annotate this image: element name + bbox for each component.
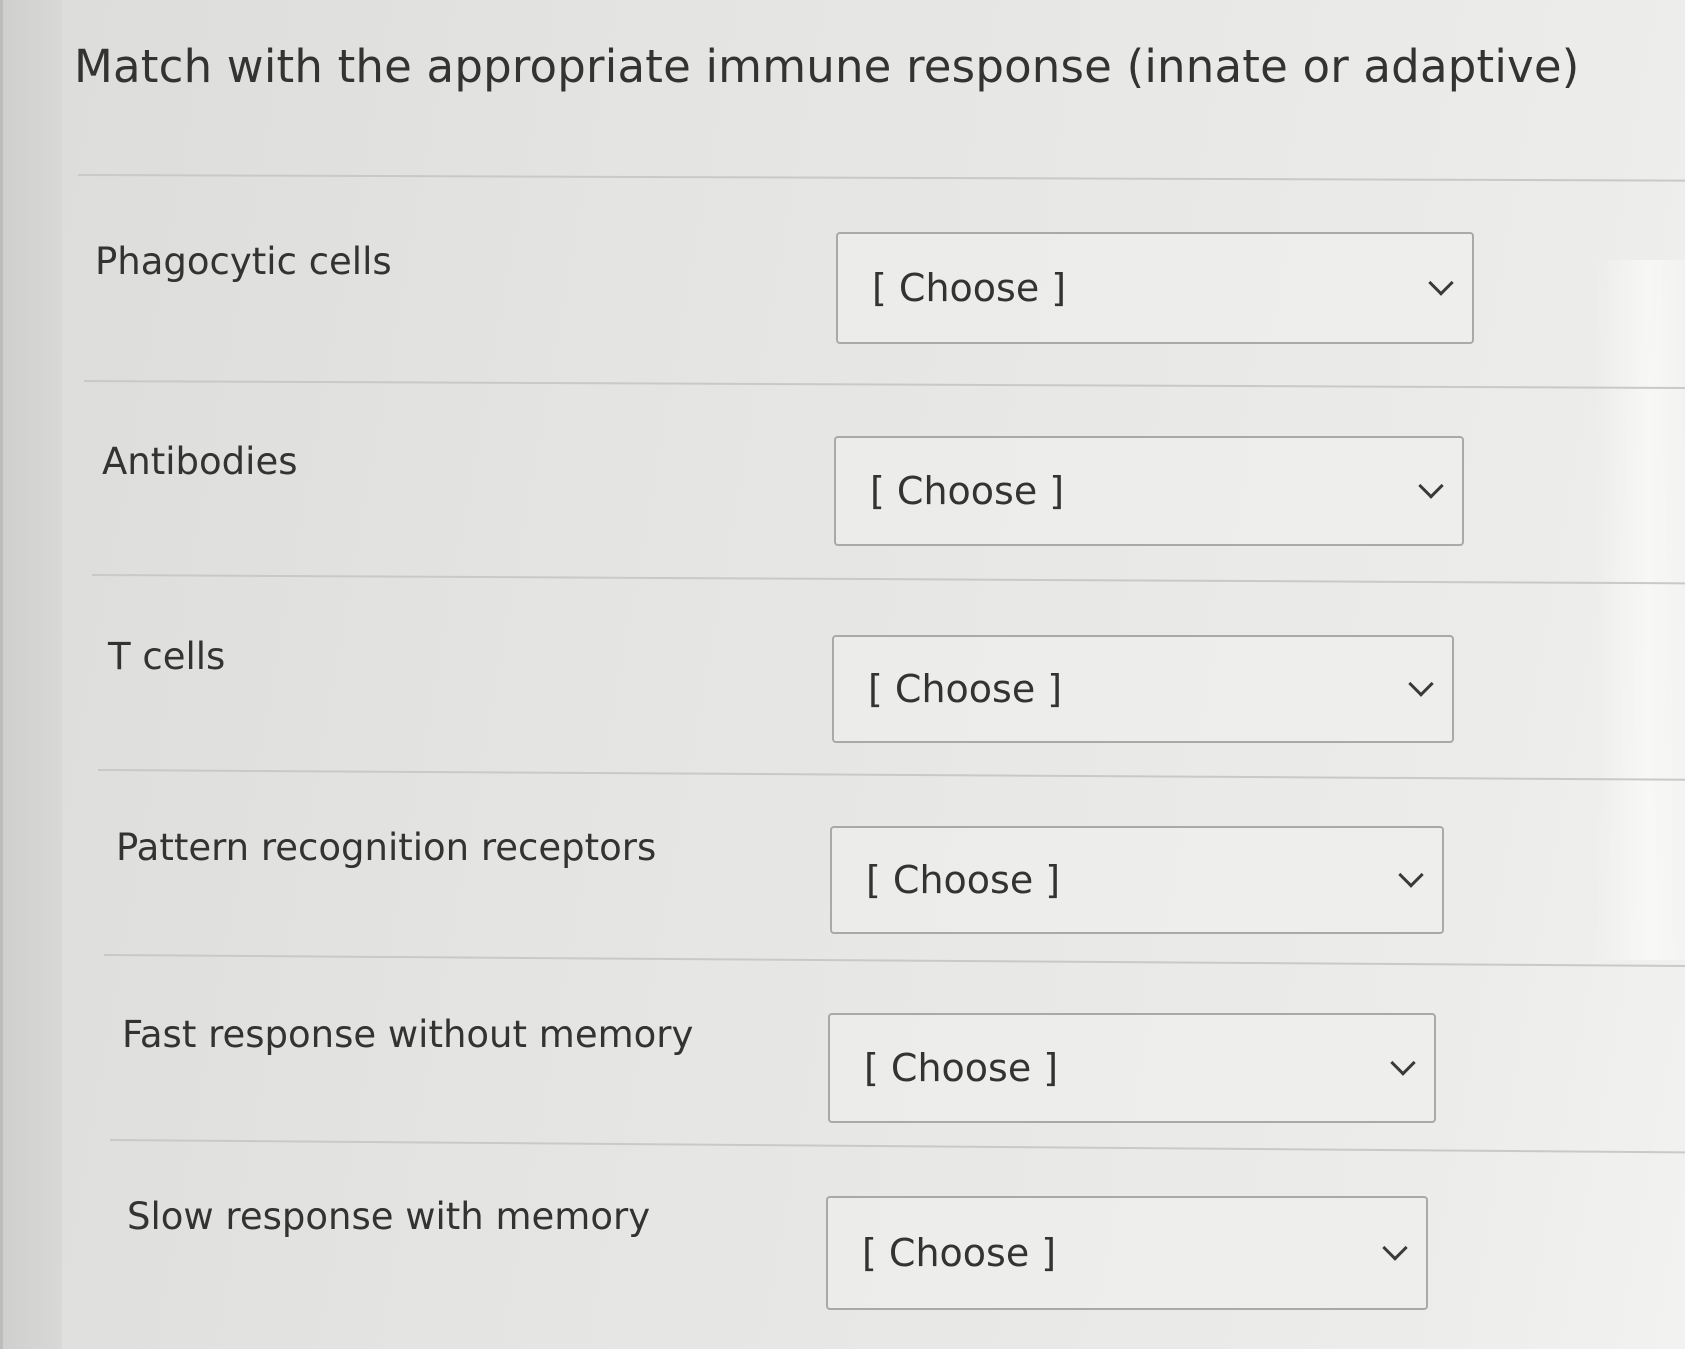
select-value: [ Choose ] [862, 1231, 1057, 1275]
select-value: [ Choose ] [864, 1046, 1059, 1090]
row-label-phagocytic-cells: Phagocytic cells [95, 240, 392, 283]
row-label-fast-response-without-memory: Fast response without memory [122, 1013, 694, 1056]
question-title: Match with the appropriate immune respon… [74, 40, 1580, 93]
select-value: [ Choose ] [870, 469, 1065, 513]
select-antibodies[interactable]: [ Choose ] [834, 436, 1464, 546]
divider [97, 769, 1685, 781]
chevron-down-icon [1382, 1235, 1408, 1261]
select-t-cells[interactable]: [ Choose ] [832, 635, 1454, 743]
chevron-down-icon [1418, 473, 1444, 499]
chevron-down-icon [1408, 671, 1434, 697]
page-left-margin [0, 0, 62, 1349]
select-value: [ Choose ] [868, 667, 1063, 711]
select-fast-response-without-memory[interactable]: [ Choose ] [828, 1013, 1436, 1123]
row-label-pattern-recognition-receptors: Pattern recognition receptors [116, 826, 657, 869]
divider [77, 174, 1685, 182]
window-edge [0, 0, 3, 1349]
select-slow-response-with-memory[interactable]: [ Choose ] [826, 1196, 1428, 1310]
screen-glare [1595, 260, 1685, 960]
row-label-antibodies: Antibodies [102, 440, 298, 483]
divider [91, 574, 1685, 585]
divider [103, 954, 1685, 968]
chevron-down-icon [1428, 270, 1454, 296]
select-value: [ Choose ] [872, 266, 1067, 310]
chevron-down-icon [1390, 1050, 1416, 1076]
chevron-down-icon [1398, 862, 1424, 888]
row-label-slow-response-with-memory: Slow response with memory [127, 1195, 651, 1238]
divider [83, 380, 1685, 389]
divider [109, 1139, 1685, 1154]
row-label-t-cells: T cells [108, 635, 226, 678]
select-value: [ Choose ] [866, 858, 1061, 902]
select-pattern-recognition-receptors[interactable]: [ Choose ] [830, 826, 1444, 934]
select-phagocytic-cells[interactable]: [ Choose ] [836, 232, 1474, 344]
